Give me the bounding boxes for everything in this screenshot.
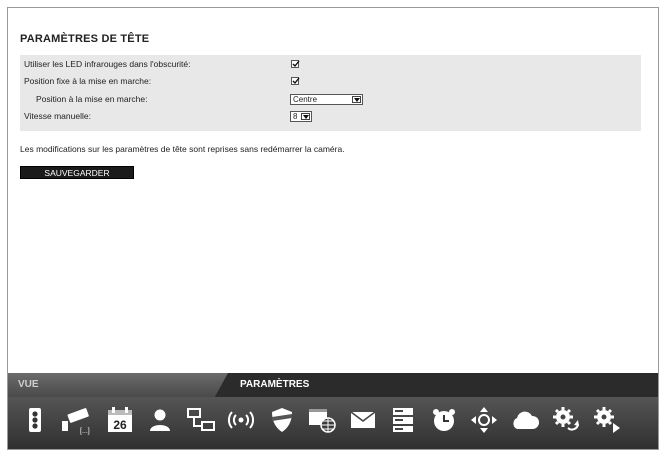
calendar-icon[interactable]: 26 <box>105 405 135 435</box>
security-shield-icon[interactable] <box>267 405 297 435</box>
cloud-icon[interactable] <box>510 405 540 435</box>
page-title: PARAMÈTRES DE TÊTE <box>20 33 150 45</box>
head-settings-panel: Utiliser les LED infrarouges dans l'obsc… <box>20 55 641 131</box>
check-icon <box>292 77 300 85</box>
manual-speed-value: 8 <box>293 112 298 121</box>
startup-position-select[interactable]: Centre <box>290 94 363 105</box>
settings-toolbar: [...] 26 <box>8 397 658 449</box>
fixed-position-label: Position fixe à la mise en marche: <box>24 76 152 86</box>
check-icon <box>292 60 300 68</box>
gear-refresh-icon[interactable] <box>551 405 581 435</box>
camera-icon[interactable]: [...] <box>60 405 100 435</box>
manual-speed-select[interactable]: 8 <box>290 111 312 122</box>
chevron-down-icon <box>301 113 310 120</box>
calendar-day: 26 <box>113 418 127 432</box>
fixed-position-checkbox[interactable] <box>291 77 300 85</box>
web-settings-icon[interactable] <box>307 405 337 435</box>
status-light-icon[interactable] <box>20 405 50 435</box>
app-frame: PARAMÈTRES DE TÊTE Utiliser les LED infr… <box>7 7 659 450</box>
manual-speed-row: Vitesse manuelle: 8 <box>20 109 641 124</box>
pan-tilt-icon[interactable] <box>469 405 499 435</box>
save-button[interactable]: SAUVEGARDER <box>20 166 134 179</box>
tab-view-label: VUE <box>18 379 39 390</box>
alarm-clock-icon[interactable] <box>429 405 459 435</box>
tab-bar: VUE PARAMÈTRES <box>8 373 658 397</box>
startup-position-label: Position à la mise en marche: <box>36 94 148 104</box>
network-icon[interactable] <box>186 405 216 435</box>
gear-next-icon[interactable] <box>592 405 622 435</box>
mail-icon[interactable] <box>348 405 378 435</box>
ir-led-label: Utiliser les LED infrarouges dans l'obsc… <box>24 59 191 69</box>
manual-speed-label: Vitesse manuelle: <box>24 111 91 121</box>
storage-icon[interactable] <box>388 405 418 435</box>
info-note: Les modifications sur les paramètres de … <box>20 144 345 154</box>
tab-settings[interactable]: PARAMÈTRES <box>240 379 309 390</box>
startup-position-row: Position à la mise en marche: Centre <box>20 92 641 107</box>
user-icon[interactable] <box>145 405 175 435</box>
wireless-icon[interactable] <box>226 405 256 435</box>
fixed-position-row: Position fixe à la mise en marche: <box>20 74 641 89</box>
svg-text:[...]: [...] <box>80 428 90 435</box>
ir-led-checkbox[interactable] <box>291 60 300 68</box>
chevron-down-icon <box>352 96 361 103</box>
tab-view[interactable]: VUE <box>8 373 228 397</box>
ir-led-row: Utiliser les LED infrarouges dans l'obsc… <box>20 57 641 72</box>
startup-position-value: Centre <box>293 95 318 104</box>
